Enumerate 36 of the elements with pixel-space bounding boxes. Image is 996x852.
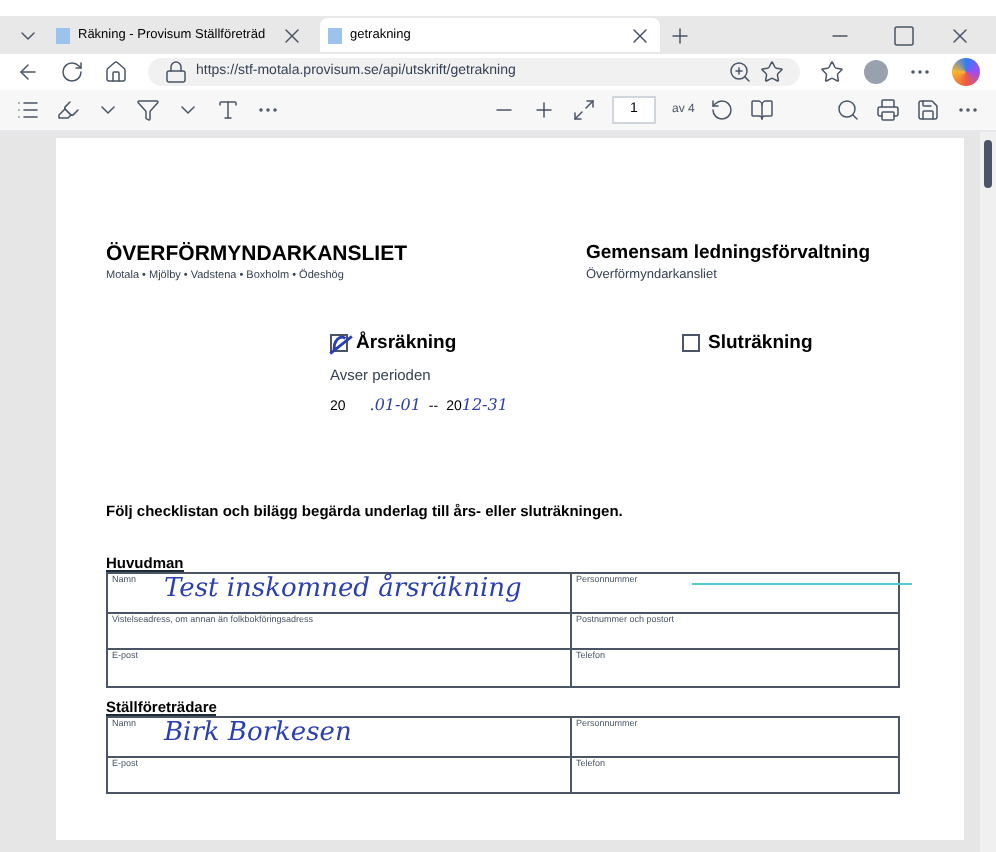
star-icon[interactable] xyxy=(760,60,784,84)
favorites-icon[interactable] xyxy=(820,60,844,84)
page-icon xyxy=(56,27,70,43)
office-title: Gemensam ledningsförvaltning xyxy=(586,242,870,266)
page-view-icon[interactable] xyxy=(750,98,775,122)
copilot-icon[interactable] xyxy=(952,58,980,86)
handwritten-date: 12-31 xyxy=(461,394,508,419)
lock-icon[interactable] xyxy=(164,60,188,84)
new-tab-icon[interactable] xyxy=(668,23,692,47)
handwritten-entry: Test inskomned årsräkning xyxy=(164,576,522,603)
print-icon[interactable] xyxy=(876,98,900,122)
agency-title: ÖVERFÖRMYNDARKANSLIET xyxy=(106,242,410,268)
handwritten-entry: Birk Borkesen xyxy=(164,720,352,747)
text-icon[interactable] xyxy=(216,98,240,122)
close-icon[interactable] xyxy=(948,23,972,47)
close-icon[interactable] xyxy=(628,23,652,47)
handwritten-date: .01-01 xyxy=(369,394,421,419)
checkbox[interactable] xyxy=(682,334,700,353)
maximize-icon[interactable] xyxy=(892,23,916,47)
close-icon[interactable] xyxy=(280,23,304,47)
save-icon[interactable] xyxy=(916,98,940,122)
option-label: Sluträkning xyxy=(708,329,813,358)
home-icon[interactable] xyxy=(104,60,128,84)
page-icon xyxy=(328,27,342,43)
zoom-icon[interactable] xyxy=(728,60,752,84)
checkbox[interactable] xyxy=(330,334,348,353)
scrollbar[interactable] xyxy=(980,132,996,852)
rotate-icon[interactable] xyxy=(710,98,735,122)
reload-icon[interactable] xyxy=(60,60,84,84)
search-icon[interactable] xyxy=(836,98,860,122)
zoom-in-icon[interactable] xyxy=(532,98,556,122)
highlight-icon[interactable] xyxy=(56,98,80,122)
fit-page-icon[interactable] xyxy=(572,98,596,122)
profile-avatar[interactable] xyxy=(864,60,888,84)
option-label: Årsräkning xyxy=(356,329,457,358)
back-icon[interactable] xyxy=(16,60,40,84)
